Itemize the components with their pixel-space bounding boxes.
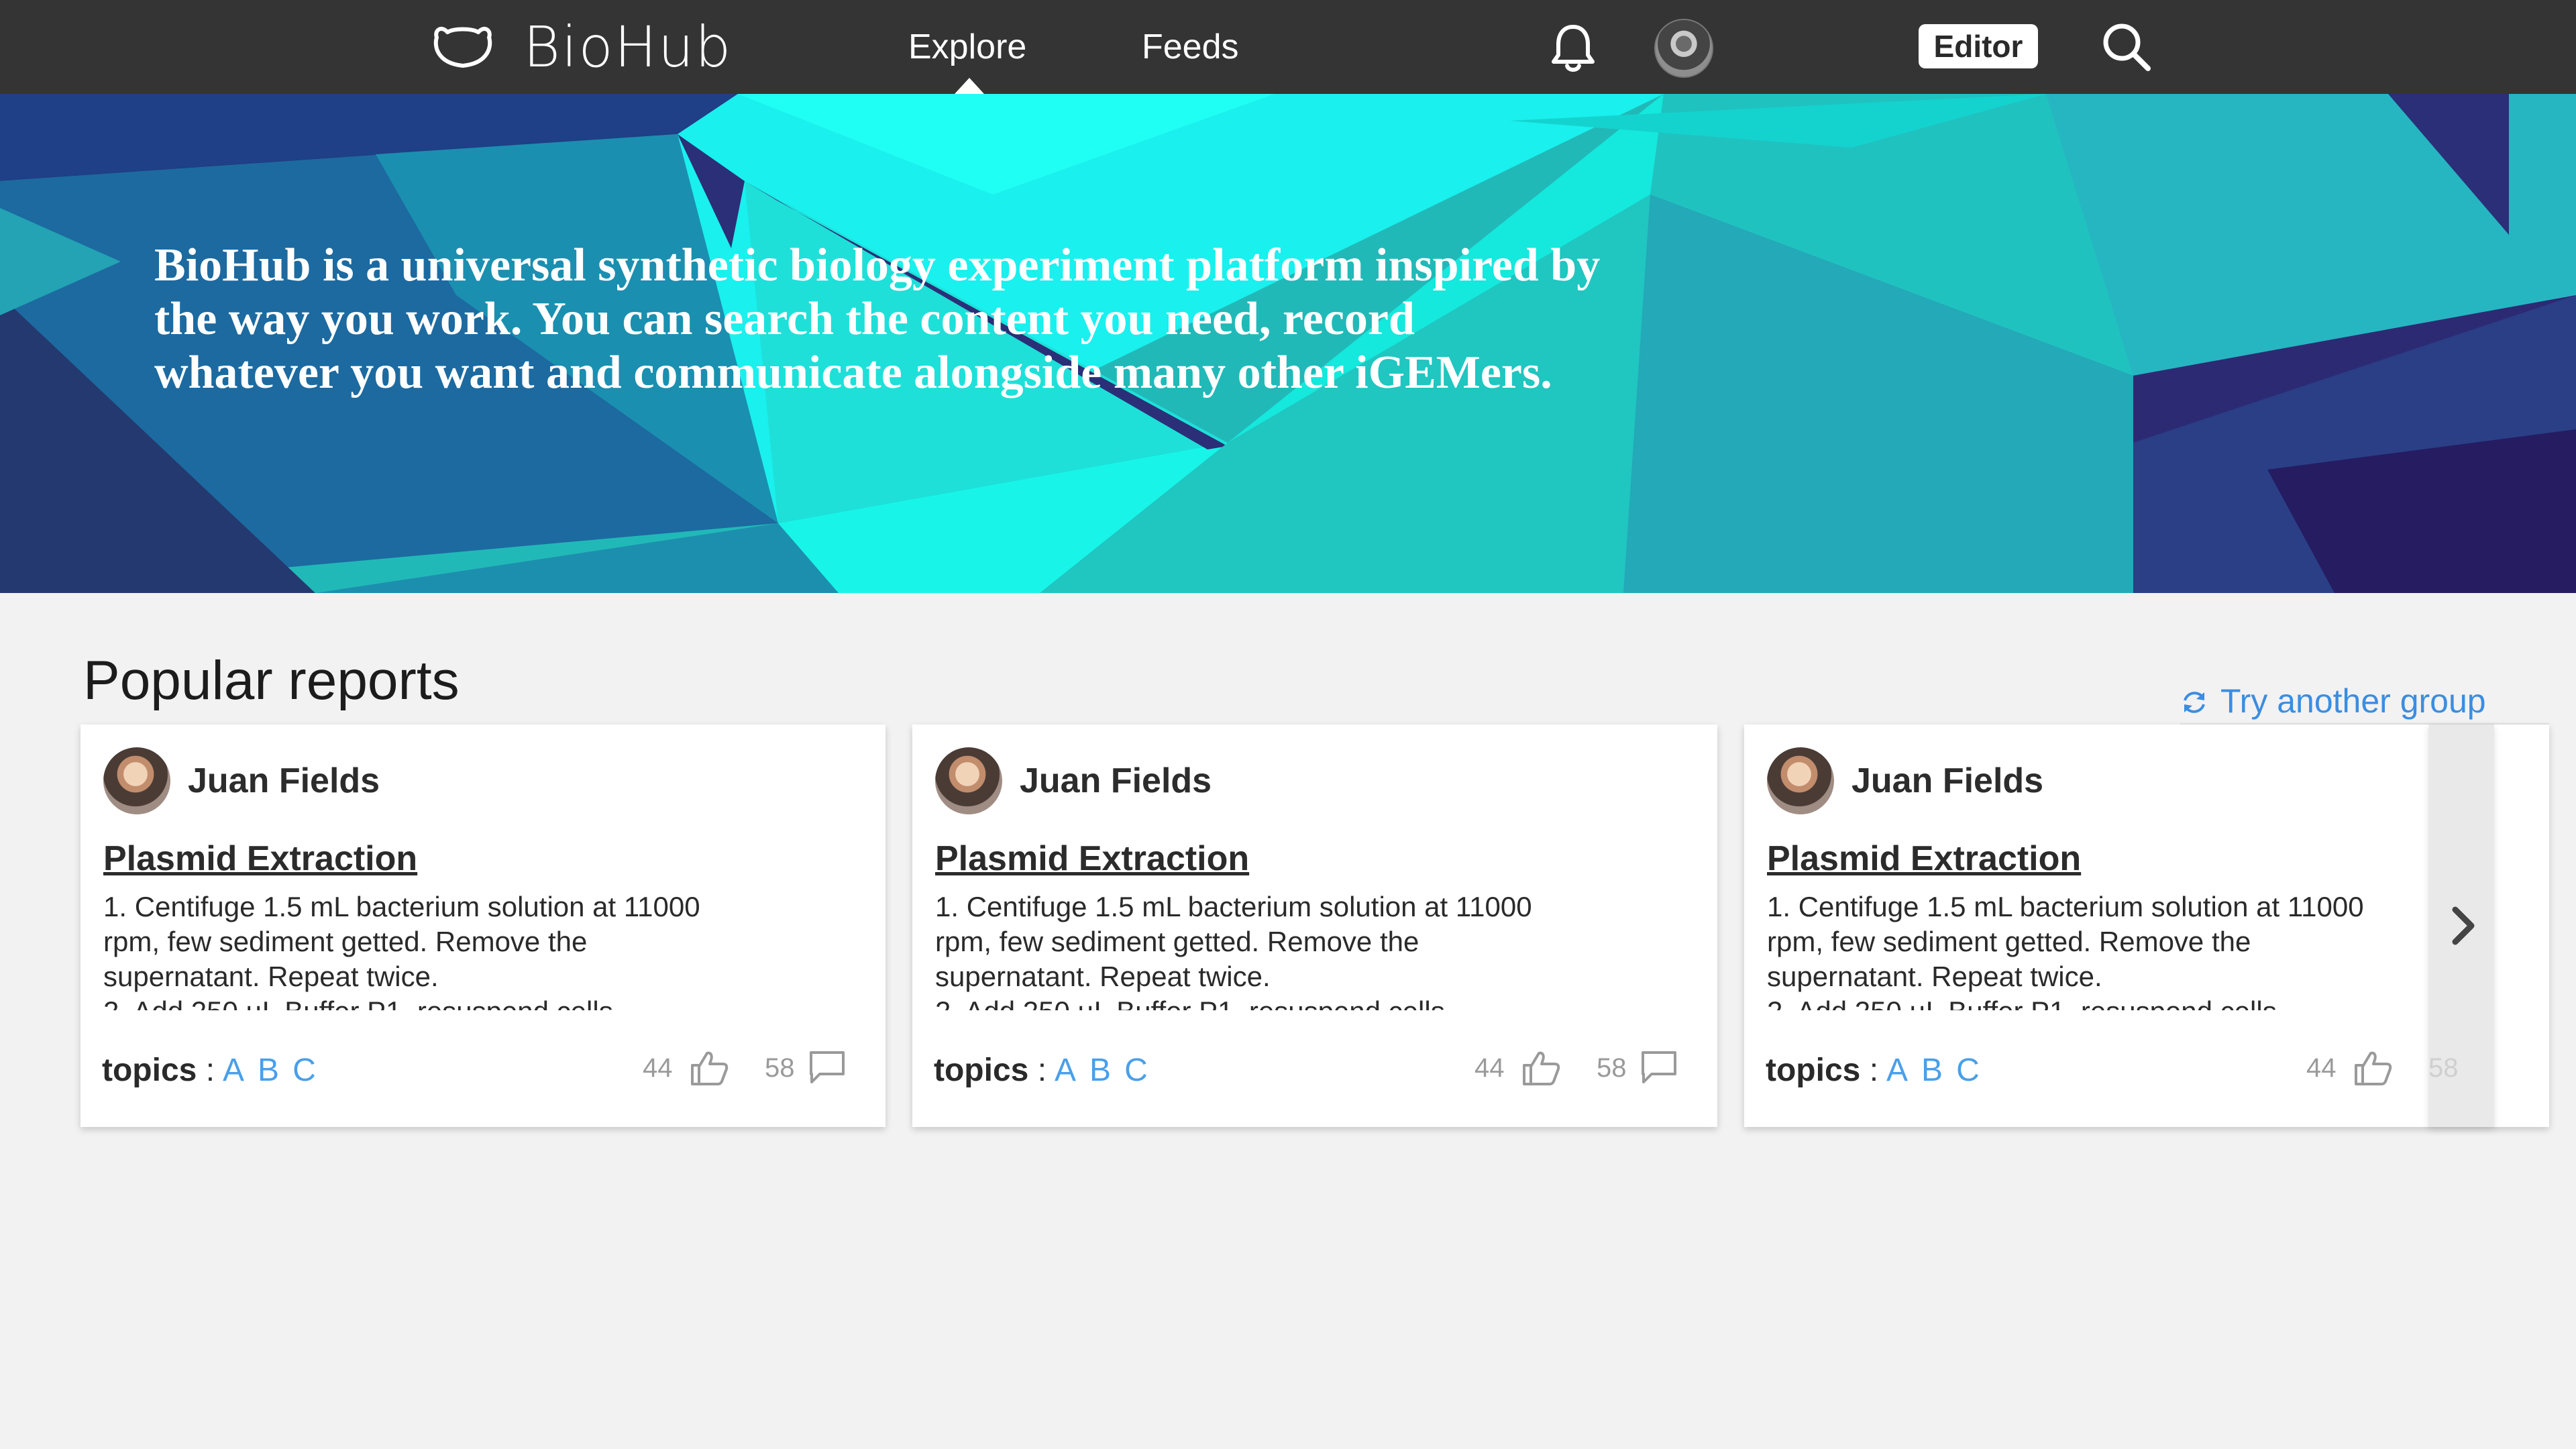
comment-icon bbox=[810, 1051, 845, 1083]
topics-label: topics bbox=[102, 1053, 197, 1088]
report-excerpt: 1. Centifuge 1.5 mL bacterium solution a… bbox=[935, 890, 1686, 1010]
topic-tag[interactable]: B bbox=[1089, 1053, 1111, 1088]
topic-tag[interactable]: C bbox=[1124, 1053, 1148, 1088]
hero-banner: BioHub is a universal synthetic biology … bbox=[0, 94, 2576, 593]
comment-button[interactable]: 58 bbox=[765, 1051, 845, 1083]
user-avatar[interactable] bbox=[1654, 19, 1713, 78]
excerpt-line: 2. Add 250 µL Buffer P1, resuspend cells… bbox=[1767, 994, 2518, 1010]
report-title-link[interactable]: Plasmid Extraction bbox=[935, 839, 1249, 879]
like-button[interactable]: 44 bbox=[1474, 1051, 1560, 1085]
report-card[interactable]: Juan Fields Plasmid Extraction 1. Centif… bbox=[80, 724, 885, 1127]
search-icon[interactable] bbox=[2100, 20, 2153, 74]
like-count: 44 bbox=[2306, 1053, 2337, 1083]
brand-name[interactable]: BioHub bbox=[523, 13, 732, 80]
try-another-group-link[interactable]: Try another group bbox=[2180, 678, 2486, 724]
topic-tag[interactable]: C bbox=[292, 1053, 316, 1088]
topics-row: topics :ABC bbox=[934, 1053, 1148, 1088]
try-another-label: Try another group bbox=[2220, 682, 2486, 720]
bear-logo-icon[interactable] bbox=[433, 23, 493, 71]
author-name[interactable]: Juan Fields bbox=[188, 761, 380, 801]
author-avatar[interactable] bbox=[103, 747, 170, 814]
like-count: 44 bbox=[643, 1053, 673, 1083]
excerpt-line: supernatant. Repeat twice. bbox=[103, 961, 439, 992]
excerpt-line: supernatant. Repeat twice. bbox=[935, 961, 1271, 992]
topic-tag[interactable]: A bbox=[1886, 1053, 1908, 1088]
refresh-icon bbox=[2184, 692, 2205, 713]
topic-tag[interactable]: B bbox=[258, 1053, 279, 1088]
active-tab-indicator bbox=[955, 78, 984, 94]
topics-label: topics bbox=[1766, 1053, 1861, 1088]
report-title-link[interactable]: Plasmid Extraction bbox=[103, 839, 417, 879]
excerpt-line: 2. Add 250 µL Buffer P1, resuspend cells… bbox=[935, 994, 1686, 1010]
comment-count: 58 bbox=[765, 1053, 795, 1083]
topic-tag[interactable]: C bbox=[1956, 1053, 1980, 1088]
excerpt-line: 2. Add 250 µL Buffer P1, resuspend cells… bbox=[103, 994, 855, 1010]
comment-count: 58 bbox=[1597, 1053, 1627, 1083]
author-name[interactable]: Juan Fields bbox=[1020, 761, 1212, 801]
topics-label: topics bbox=[934, 1053, 1029, 1088]
report-excerpt: 1. Centifuge 1.5 mL bacterium solution a… bbox=[1767, 890, 2518, 1010]
excerpt-line: 1. Centifuge 1.5 mL bacterium solution a… bbox=[935, 891, 1532, 922]
excerpt-line: 1. Centifuge 1.5 mL bacterium solution a… bbox=[1767, 891, 2364, 922]
comment-icon bbox=[1642, 1051, 1676, 1083]
excerpt-line: 1. Centifuge 1.5 mL bacterium solution a… bbox=[103, 891, 700, 922]
topic-tag[interactable]: B bbox=[1921, 1053, 1943, 1088]
like-count: 44 bbox=[1474, 1053, 1505, 1083]
author-name[interactable]: Juan Fields bbox=[1851, 761, 2043, 801]
like-button[interactable]: 44 bbox=[643, 1051, 729, 1085]
top-nav-bar: BioHub Explore Feeds Editor bbox=[0, 0, 2576, 94]
thumbs-up-icon bbox=[691, 1051, 729, 1085]
excerpt-line: rpm, few sediment getted. Remove the bbox=[1767, 926, 2251, 957]
report-title-link[interactable]: Plasmid Extraction bbox=[1767, 839, 2081, 879]
report-card[interactable]: Juan Fields Plasmid Extraction 1. Centif… bbox=[912, 724, 1717, 1127]
bell-icon[interactable] bbox=[1550, 23, 1597, 74]
thumbs-up-icon bbox=[1523, 1051, 1560, 1085]
like-button[interactable]: 44 bbox=[2306, 1051, 2392, 1085]
author-avatar[interactable] bbox=[1767, 747, 1834, 814]
report-excerpt: 1. Centifuge 1.5 mL bacterium solution a… bbox=[103, 890, 855, 1010]
topics-row: topics :ABC bbox=[102, 1053, 316, 1088]
excerpt-line: supernatant. Repeat twice. bbox=[1767, 961, 2102, 992]
section-title: Popular reports bbox=[83, 650, 460, 711]
editor-button[interactable]: Editor bbox=[1919, 24, 2038, 68]
chevron-right-icon[interactable] bbox=[2442, 899, 2482, 953]
author-avatar[interactable] bbox=[935, 747, 1002, 814]
comment-button[interactable]: 58 bbox=[1597, 1051, 1676, 1083]
thumbs-up-icon bbox=[2355, 1051, 2392, 1085]
topics-row: topics :ABC bbox=[1766, 1053, 1980, 1088]
hero-tagline: BioHub is a universal synthetic biology … bbox=[154, 239, 1601, 398]
topic-tag[interactable]: A bbox=[1055, 1053, 1076, 1088]
excerpt-line: rpm, few sediment getted. Remove the bbox=[103, 926, 588, 957]
comment-count: 58 bbox=[2428, 1053, 2459, 1083]
nav-feeds[interactable]: Feeds bbox=[1142, 0, 1239, 94]
topic-tag[interactable]: A bbox=[223, 1053, 244, 1088]
excerpt-line: rpm, few sediment getted. Remove the bbox=[935, 926, 1419, 957]
